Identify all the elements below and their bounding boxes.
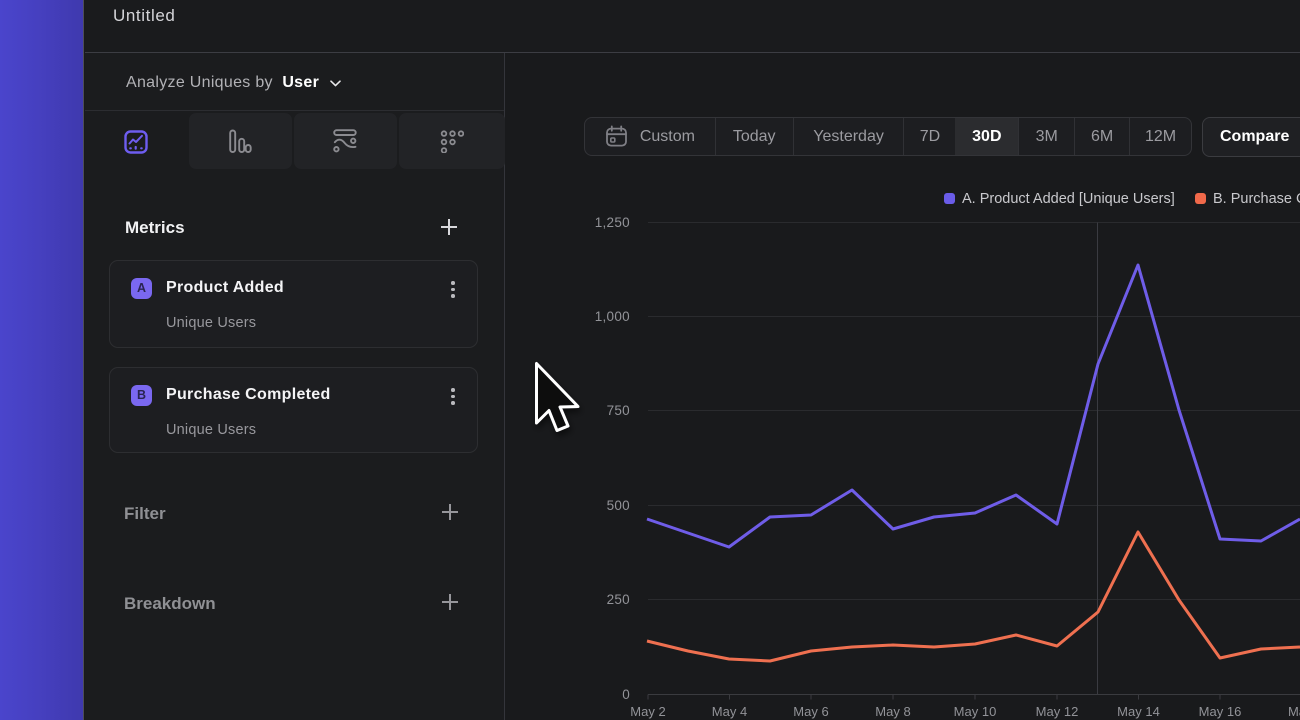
svg-text:May 10: May 10 (954, 704, 997, 719)
svg-text:1,250: 1,250 (595, 215, 630, 230)
svg-text:500: 500 (607, 498, 630, 513)
svg-text:May 8: May 8 (875, 704, 910, 719)
svg-text:May 16: May 16 (1199, 704, 1242, 719)
svg-text:750: 750 (607, 403, 630, 418)
svg-text:May 6: May 6 (793, 704, 828, 719)
svg-text:250: 250 (607, 592, 630, 607)
svg-text:Ma: Ma (1288, 704, 1300, 719)
svg-text:0: 0 (622, 687, 630, 702)
svg-text:May 4: May 4 (712, 704, 747, 719)
svg-text:May 14: May 14 (1117, 704, 1160, 719)
svg-text:May 12: May 12 (1036, 704, 1079, 719)
svg-text:1,000: 1,000 (595, 309, 630, 324)
svg-text:May 2: May 2 (630, 704, 665, 719)
